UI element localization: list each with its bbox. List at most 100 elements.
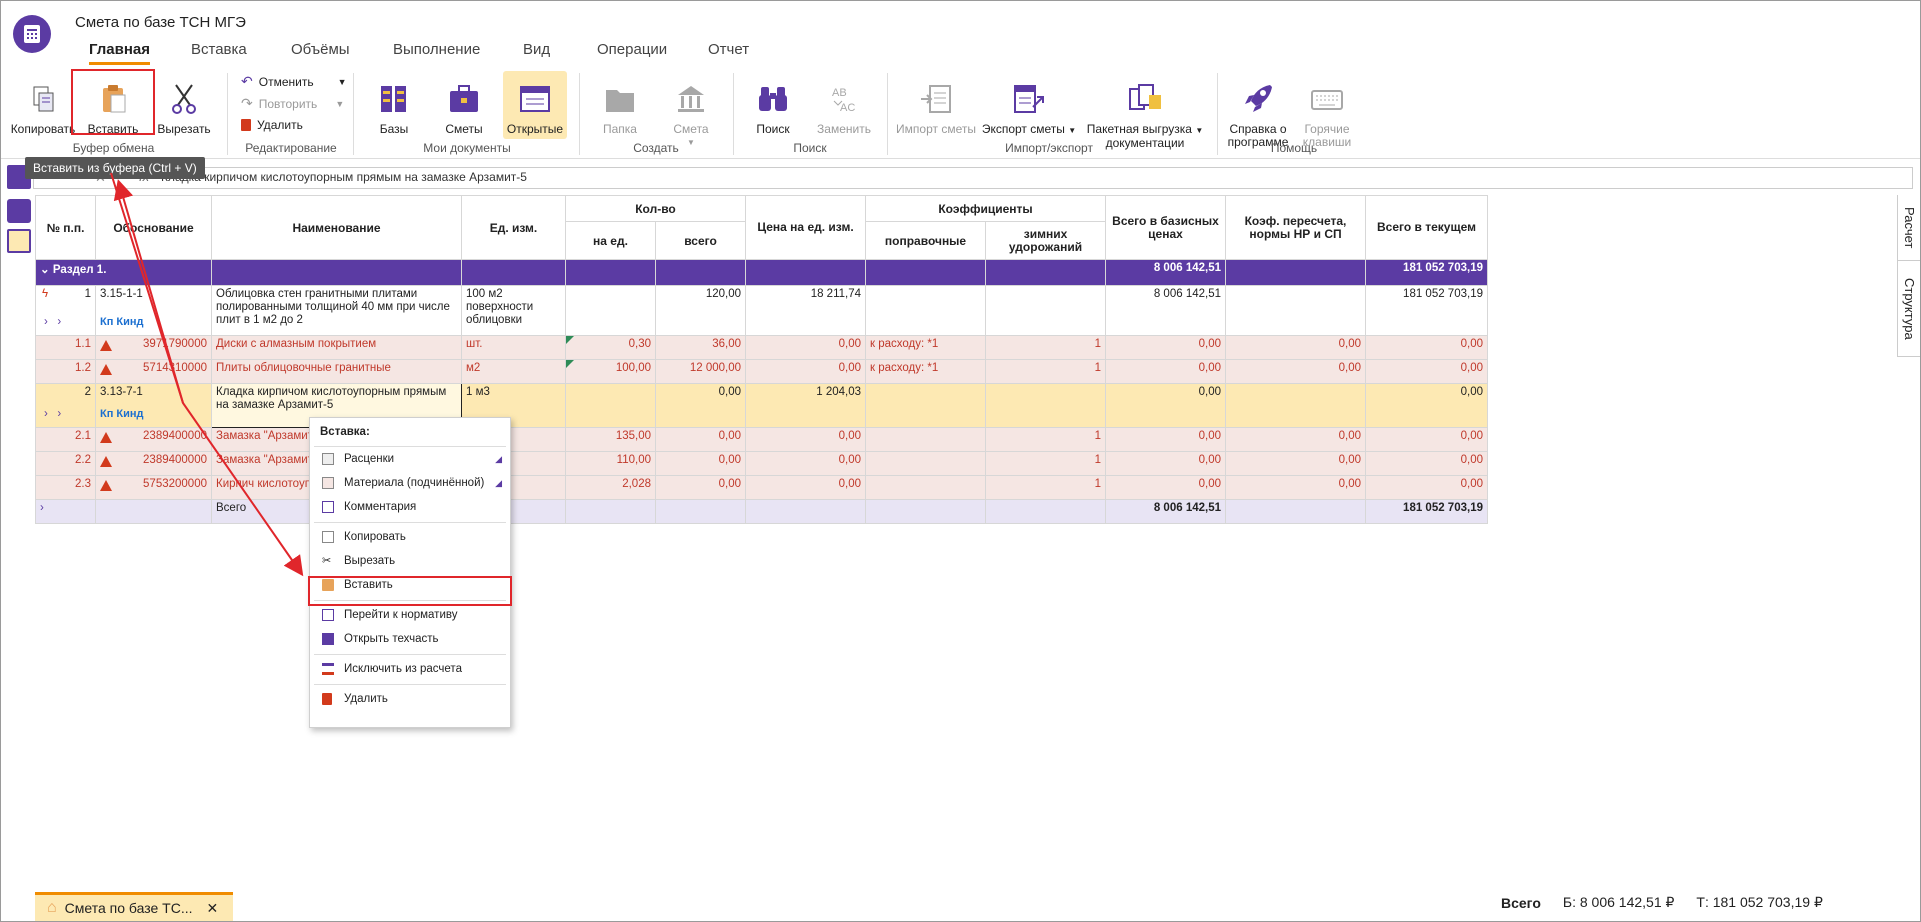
menu-item-rates[interactable]: Расценки ◢ [310, 448, 510, 470]
coef-badges[interactable]: Кп Кинд [100, 408, 144, 420]
col-header-base-total[interactable]: Всего в базисных ценах [1105, 195, 1226, 260]
batch-export-button[interactable]: Пакетная выгрузка ▼ документации [1085, 81, 1205, 150]
menu-item-delete[interactable]: Удалить [310, 688, 510, 710]
col-header-unit[interactable]: Ед. изм. [461, 195, 566, 260]
app-logo-icon[interactable] [13, 15, 51, 53]
warning-icon [100, 456, 112, 467]
tab-operations[interactable]: Операции [597, 41, 667, 65]
estimates-button[interactable]: Сметы [437, 81, 491, 136]
estimates-side-icon[interactable] [7, 199, 31, 223]
edit-marker-icon [566, 360, 574, 368]
delete-button[interactable]: Удалить [241, 118, 303, 132]
material-icon [322, 477, 334, 489]
folder-button[interactable]: Папка [593, 81, 647, 136]
col-header-winter[interactable]: зимних удорожаний [985, 221, 1106, 260]
svg-text:AB: AB [832, 87, 847, 99]
expand-icon[interactable]: › › [44, 316, 61, 328]
keyboard-icon [1311, 90, 1343, 110]
opened-button[interactable]: Открытые [503, 71, 567, 139]
undo-button[interactable]: ↶ Отменить ▼ [241, 73, 347, 90]
replace-icon: AB AC [832, 87, 855, 114]
search-button[interactable]: Поиск [745, 81, 801, 136]
side-tab-structure[interactable]: Структура [1897, 261, 1920, 357]
section-row[interactable]: ⌄ Раздел 1. 8 006 142,51 181 052 703,19 [35, 259, 1488, 286]
menu-item-tech-part[interactable]: Открыть техчасть [310, 628, 510, 650]
row-name[interactable]: Облицовка стен гранитными плитами полиро… [211, 285, 462, 336]
bases-button[interactable]: Базы [367, 81, 421, 136]
tab-report[interactable]: Отчет [708, 41, 749, 65]
chevron-down-icon[interactable]: ⌄ [40, 264, 50, 276]
exclude-icon [322, 663, 334, 675]
app-title: Смета по базе ТСН МГЭ [75, 14, 246, 31]
scissors-icon: ✂ [322, 555, 332, 567]
col-header-per-unit[interactable]: на ед. [565, 221, 656, 260]
formula-text[interactable]: Кладка кирпичом кислотоупорным прямым на… [161, 170, 527, 184]
section-current-total: 181 052 703,19 [1365, 259, 1488, 286]
menu-item-go-to-norm[interactable]: Перейти к нормативу [310, 604, 510, 626]
hotkeys-button[interactable]: Горячие клавиши [1295, 81, 1359, 149]
menu-item-cut[interactable]: ✂ Вырезать [310, 550, 510, 572]
import-button[interactable]: Импорт сметы [895, 81, 977, 136]
folder-icon [606, 90, 634, 112]
status-label: Всего [1501, 894, 1541, 911]
col-header-num[interactable]: № п.п. [35, 195, 96, 260]
opened-side-icon[interactable] [7, 229, 31, 253]
copy-button[interactable]: Копировать [9, 81, 77, 136]
tab-main[interactable]: Главная [89, 41, 151, 65]
col-header-basis[interactable]: Обоснование [95, 195, 212, 260]
row-unit: 100 м2 поверхности облицовки [461, 285, 566, 336]
col-header-name[interactable]: Наименование [211, 195, 462, 260]
edit-marker-icon [566, 336, 574, 344]
chevron-down-icon: ▼ [335, 98, 345, 109]
redo-icon: ↷ [241, 95, 253, 111]
table-row-selected[interactable]: 2 › › 3.13-7-1 Кп Кинд Кладка кирпичом кис… [35, 383, 1488, 428]
side-tab-calc[interactable]: Расчет [1897, 195, 1920, 261]
menu-item-material[interactable]: Материала (подчинённой) ◢ [310, 472, 510, 494]
menu-item-comment[interactable]: Комментария [310, 496, 510, 518]
trash-icon [322, 693, 332, 705]
col-header-current-total[interactable]: Всего в текущем [1365, 195, 1488, 260]
col-header-qty[interactable]: Кол-во [565, 195, 746, 222]
col-header-qty-total[interactable]: всего [655, 221, 746, 260]
expand-icon[interactable]: › › [44, 408, 61, 420]
coef-badges[interactable]: Кп Кинд [100, 316, 144, 328]
col-header-recalc[interactable]: Коэф. пересчета, нормы НР и СП [1225, 195, 1366, 260]
menu-separator [314, 522, 506, 523]
document-tab[interactable]: ⌂ Смета по базе ТС... ✕ [35, 892, 233, 921]
table-row[interactable]: 1.2 5714310000 Плиты облицовочные гранит… [35, 359, 1488, 384]
cut-button[interactable]: Вырезать [153, 81, 215, 136]
col-header-price[interactable]: Цена на ед. изм. [745, 195, 866, 260]
export-icon [1014, 85, 1044, 113]
menu-item-copy[interactable]: Копировать [310, 526, 510, 548]
estimate-create-button[interactable]: Смета ▼ [661, 81, 721, 149]
table-row[interactable]: 2.2 2389400000 Замазка "Арзамит 110,00 0… [35, 451, 1488, 476]
close-icon[interactable]: ✕ [207, 900, 219, 917]
go-to-norm-icon [322, 609, 334, 621]
tab-insert[interactable]: Вставка [191, 41, 247, 65]
col-header-corr[interactable]: поправочные [865, 221, 986, 260]
paste-tooltip: Вставить из буфера (Ctrl + V) [25, 157, 205, 179]
tab-view[interactable]: Вид [523, 41, 550, 65]
chevron-right-icon[interactable]: › [40, 502, 44, 514]
group-help-label: Помощь [1270, 141, 1318, 155]
col-header-coefs[interactable]: Коэффициенты [865, 195, 1106, 222]
ribbon-divider [733, 73, 734, 155]
tab-volumes[interactable]: Объёмы [291, 41, 350, 65]
table-row[interactable]: 2.3 5753200000 Кирпич кислотоуп 2,028 0,… [35, 475, 1488, 500]
menu-item-exclude[interactable]: Исключить из расчета [310, 658, 510, 680]
export-button[interactable]: Экспорт сметы ▼ [981, 81, 1077, 137]
group-io-label: Импорт/экспорт [1005, 141, 1093, 155]
table-row[interactable]: ϟ 1 › › 3.15-1-1 Кп Кинд Облицовка стен гра… [35, 285, 1488, 336]
about-button[interactable]: Справка о программе [1223, 81, 1293, 149]
rates-icon [322, 453, 334, 465]
menu-separator [314, 446, 506, 447]
total-row[interactable]: › Всего 8 006 142,51 181 052 703,19 [35, 499, 1488, 524]
table-row[interactable]: 1.1 3971790000 Диски с алмазным покрытие… [35, 335, 1488, 360]
chevron-down-icon: ▼ [1068, 126, 1077, 135]
trash-icon [241, 119, 251, 131]
table-row[interactable]: 2.1 2389400000 Замазка "Арзамит 135,00 0… [35, 427, 1488, 452]
redo-button[interactable]: ↷ Повторить ▼ [241, 95, 344, 112]
undo-icon: ↶ [241, 73, 253, 89]
tab-execution[interactable]: Выполнение [393, 41, 480, 65]
replace-button[interactable]: AB AC Заменить [811, 81, 877, 136]
